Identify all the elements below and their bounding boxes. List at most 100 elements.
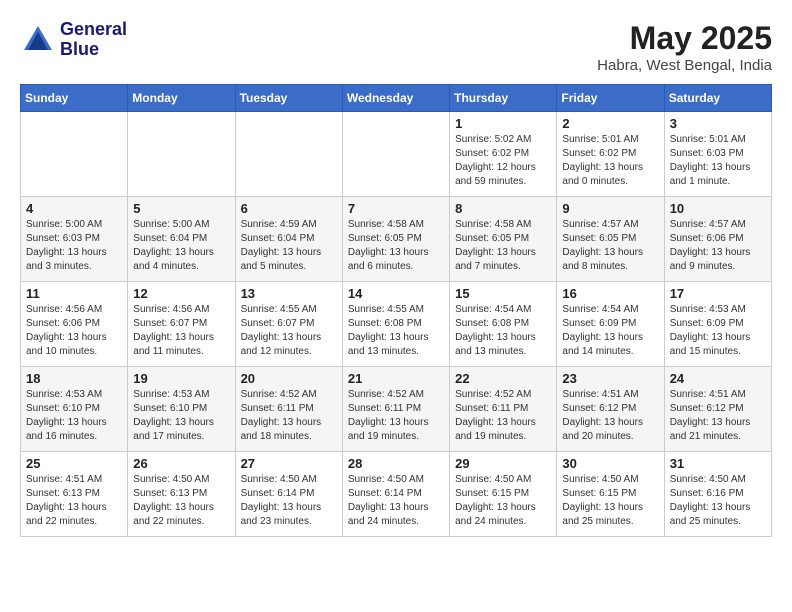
- calendar-cell: 29 Sunrise: 4:50 AM Sunset: 6:15 PM Dayli…: [450, 452, 557, 537]
- calendar-cell: 1 Sunrise: 5:02 AM Sunset: 6:02 PM Daylig…: [450, 112, 557, 197]
- weekday-header-monday: Monday: [128, 85, 235, 112]
- logo: General Blue: [20, 20, 127, 60]
- day-info: Sunrise: 4:54 AM Sunset: 6:08 PM Dayligh…: [455, 303, 551, 359]
- day-info: Sunrise: 4:51 AM Sunset: 6:12 PM Dayligh…: [562, 388, 658, 444]
- logo-text: General Blue: [60, 20, 127, 60]
- day-number: 21: [348, 371, 444, 386]
- calendar-cell: 20Sunrise: 4:52 AM Sunset: 6:11 PM Dayli…: [235, 367, 342, 452]
- day-number: 24: [670, 371, 766, 386]
- calendar-cell: 27Sunrise: 4:50 AM Sunset: 6:14 PM Dayli…: [235, 452, 342, 537]
- day-info: Sunrise: 4:54 AM Sunset: 6:09 PM Dayligh…: [562, 303, 658, 359]
- calendar-cell: 10 Sunrise: 4:57 AM Sunset: 6:06 PM Dayli…: [664, 197, 771, 282]
- day-info: Sunrise: 4:55 AM Sunset: 6:07 PM Dayligh…: [241, 303, 337, 359]
- logo-line2: Blue: [60, 40, 127, 60]
- calendar-cell: 21 Sunrise: 4:52 AM Sunset: 6:11 PM Dayli…: [342, 367, 449, 452]
- day-number: 16: [562, 286, 658, 301]
- calendar-week-row: 1 Sunrise: 5:02 AM Sunset: 6:02 PM Daylig…: [21, 112, 772, 197]
- calendar-week-row: 25 Sunrise: 4:51 AM Sunset: 6:13 PM Dayli…: [21, 452, 772, 537]
- calendar-cell: [342, 112, 449, 197]
- day-info: Sunrise: 5:02 AM Sunset: 6:02 PM Dayligh…: [455, 133, 551, 189]
- calendar-cell: 13 Sunrise: 4:55 AM Sunset: 6:07 PM Dayli…: [235, 282, 342, 367]
- day-info: Sunrise: 4:50 AM Sunset: 6:16 PM Dayligh…: [670, 473, 766, 529]
- day-info: Sunrise: 4:53 AM Sunset: 6:10 PM Dayligh…: [26, 388, 122, 444]
- calendar-cell: [21, 112, 128, 197]
- day-number: 3: [670, 116, 766, 131]
- day-number: 10: [670, 201, 766, 216]
- day-number: 22: [455, 371, 551, 386]
- calendar-cell: 9Sunrise: 4:57 AM Sunset: 6:05 PM Daylig…: [557, 197, 664, 282]
- calendar-cell: 24 Sunrise: 4:51 AM Sunset: 6:12 PM Dayli…: [664, 367, 771, 452]
- calendar-cell: 4Sunrise: 5:00 AM Sunset: 6:03 PM Daylig…: [21, 197, 128, 282]
- day-info: Sunrise: 4:53 AM Sunset: 6:09 PM Dayligh…: [670, 303, 766, 359]
- day-info: Sunrise: 4:57 AM Sunset: 6:06 PM Dayligh…: [670, 218, 766, 274]
- day-number: 15: [455, 286, 551, 301]
- calendar-cell: 7Sunrise: 4:58 AM Sunset: 6:05 PM Daylig…: [342, 197, 449, 282]
- day-info: Sunrise: 4:56 AM Sunset: 6:07 PM Dayligh…: [133, 303, 229, 359]
- day-info: Sunrise: 4:58 AM Sunset: 6:05 PM Dayligh…: [348, 218, 444, 274]
- day-info: Sunrise: 4:51 AM Sunset: 6:12 PM Dayligh…: [670, 388, 766, 444]
- calendar-cell: 19Sunrise: 4:53 AM Sunset: 6:10 PM Dayli…: [128, 367, 235, 452]
- day-info: Sunrise: 5:00 AM Sunset: 6:03 PM Dayligh…: [26, 218, 122, 274]
- day-number: 25: [26, 456, 122, 471]
- calendar-week-row: 18 Sunrise: 4:53 AM Sunset: 6:10 PM Dayli…: [21, 367, 772, 452]
- calendar-cell: [235, 112, 342, 197]
- day-info: Sunrise: 5:01 AM Sunset: 6:03 PM Dayligh…: [670, 133, 766, 189]
- page-header: General Blue May 2025 Habra, West Bengal…: [20, 20, 772, 74]
- day-info: Sunrise: 4:52 AM Sunset: 6:11 PM Dayligh…: [455, 388, 551, 444]
- day-info: Sunrise: 4:56 AM Sunset: 6:06 PM Dayligh…: [26, 303, 122, 359]
- weekday-header-wednesday: Wednesday: [342, 85, 449, 112]
- day-number: 31: [670, 456, 766, 471]
- day-number: 28: [348, 456, 444, 471]
- day-info: Sunrise: 4:59 AM Sunset: 6:04 PM Dayligh…: [241, 218, 337, 274]
- day-info: Sunrise: 4:58 AM Sunset: 6:05 PM Dayligh…: [455, 218, 551, 274]
- calendar-cell: 15 Sunrise: 4:54 AM Sunset: 6:08 PM Dayli…: [450, 282, 557, 367]
- weekday-header-thursday: Thursday: [450, 85, 557, 112]
- calendar-table: SundayMondayTuesdayWednesdayThursdayFrid…: [20, 84, 772, 537]
- day-number: 29: [455, 456, 551, 471]
- day-number: 12: [133, 286, 229, 301]
- day-number: 5: [133, 201, 229, 216]
- day-info: Sunrise: 4:50 AM Sunset: 6:15 PM Dayligh…: [455, 473, 551, 529]
- day-info: Sunrise: 4:50 AM Sunset: 6:15 PM Dayligh…: [562, 473, 658, 529]
- day-info: Sunrise: 4:50 AM Sunset: 6:14 PM Dayligh…: [348, 473, 444, 529]
- day-number: 2: [562, 116, 658, 131]
- calendar-cell: 23 Sunrise: 4:51 AM Sunset: 6:12 PM Dayli…: [557, 367, 664, 452]
- calendar-body: 1 Sunrise: 5:02 AM Sunset: 6:02 PM Daylig…: [21, 112, 772, 537]
- weekday-header-sunday: Sunday: [21, 85, 128, 112]
- weekday-header-tuesday: Tuesday: [235, 85, 342, 112]
- calendar-cell: 17Sunrise: 4:53 AM Sunset: 6:09 PM Dayli…: [664, 282, 771, 367]
- day-number: 23: [562, 371, 658, 386]
- calendar-cell: 3 Sunrise: 5:01 AM Sunset: 6:03 PM Daylig…: [664, 112, 771, 197]
- weekday-header-saturday: Saturday: [664, 85, 771, 112]
- day-info: Sunrise: 4:52 AM Sunset: 6:11 PM Dayligh…: [241, 388, 337, 444]
- month-title: May 2025: [597, 20, 772, 57]
- day-number: 30: [562, 456, 658, 471]
- day-info: Sunrise: 4:52 AM Sunset: 6:11 PM Dayligh…: [348, 388, 444, 444]
- location: Habra, West Bengal, India: [597, 57, 772, 74]
- calendar-cell: 28 Sunrise: 4:50 AM Sunset: 6:14 PM Dayli…: [342, 452, 449, 537]
- day-info: Sunrise: 4:51 AM Sunset: 6:13 PM Dayligh…: [26, 473, 122, 529]
- calendar-week-row: 4Sunrise: 5:00 AM Sunset: 6:03 PM Daylig…: [21, 197, 772, 282]
- weekday-header-friday: Friday: [557, 85, 664, 112]
- day-info: Sunrise: 4:55 AM Sunset: 6:08 PM Dayligh…: [348, 303, 444, 359]
- calendar-cell: 31 Sunrise: 4:50 AM Sunset: 6:16 PM Dayli…: [664, 452, 771, 537]
- day-number: 8: [455, 201, 551, 216]
- day-number: 6: [241, 201, 337, 216]
- calendar-cell: [128, 112, 235, 197]
- day-info: Sunrise: 5:01 AM Sunset: 6:02 PM Dayligh…: [562, 133, 658, 189]
- weekday-header-row: SundayMondayTuesdayWednesdayThursdayFrid…: [21, 85, 772, 112]
- logo-line1: General: [60, 20, 127, 40]
- day-info: Sunrise: 4:57 AM Sunset: 6:05 PM Dayligh…: [562, 218, 658, 274]
- day-info: Sunrise: 5:00 AM Sunset: 6:04 PM Dayligh…: [133, 218, 229, 274]
- calendar-cell: 6 Sunrise: 4:59 AM Sunset: 6:04 PM Daylig…: [235, 197, 342, 282]
- day-info: Sunrise: 4:53 AM Sunset: 6:10 PM Dayligh…: [133, 388, 229, 444]
- day-number: 14: [348, 286, 444, 301]
- day-number: 1: [455, 116, 551, 131]
- calendar-cell: 12 Sunrise: 4:56 AM Sunset: 6:07 PM Dayli…: [128, 282, 235, 367]
- day-number: 27: [241, 456, 337, 471]
- title-block: May 2025 Habra, West Bengal, India: [597, 20, 772, 74]
- day-number: 13: [241, 286, 337, 301]
- day-number: 18: [26, 371, 122, 386]
- calendar-week-row: 11Sunrise: 4:56 AM Sunset: 6:06 PM Dayli…: [21, 282, 772, 367]
- calendar-cell: 11Sunrise: 4:56 AM Sunset: 6:06 PM Dayli…: [21, 282, 128, 367]
